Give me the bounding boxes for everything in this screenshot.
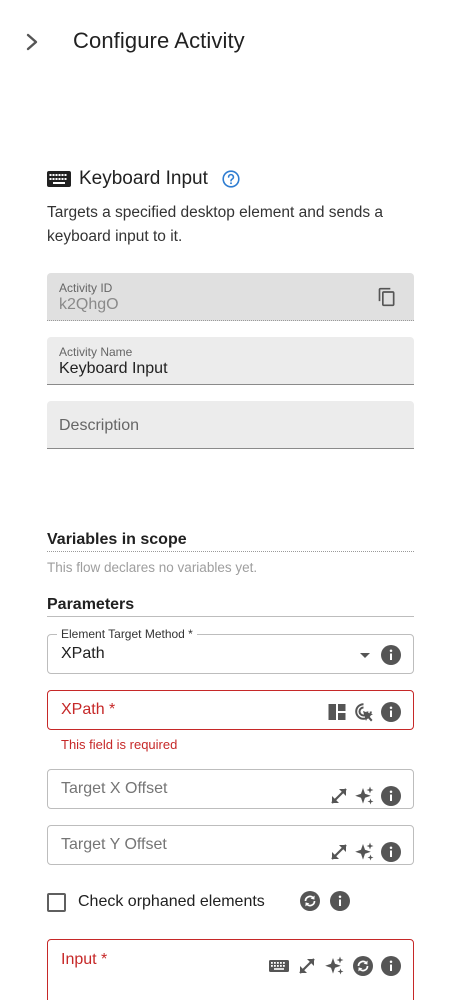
header: Configure Activity: [0, 0, 470, 84]
target-x-offset-field[interactable]: Target X Offset: [47, 769, 414, 809]
xpath-error-message: This field is required: [61, 737, 178, 752]
sync-icon[interactable]: [300, 891, 320, 911]
activity-id-label: Activity ID: [59, 281, 113, 295]
target-x-offset-icons: [329, 786, 401, 806]
expand-icon[interactable]: [329, 842, 349, 862]
input-field-icons: [269, 956, 401, 976]
sync-icon[interactable]: [353, 956, 373, 976]
element-target-method-icons: [355, 645, 401, 665]
target-y-offset-icons: [329, 842, 401, 862]
xpath-field[interactable]: XPath *: [47, 690, 414, 730]
check-orphaned-checkbox[interactable]: [47, 892, 66, 912]
sparkle-icon[interactable]: [325, 956, 345, 976]
element-select-icon[interactable]: [353, 701, 375, 723]
help-icon[interactable]: [222, 170, 240, 188]
parameters-title: Parameters: [47, 596, 414, 617]
activity-description: Targets a specified desktop element and …: [47, 204, 384, 245]
input-label: Input *: [61, 951, 108, 968]
activity-name-label: Activity Name: [59, 345, 133, 359]
page-title: Configure Activity: [73, 28, 245, 53]
sparkle-icon[interactable]: [355, 786, 375, 806]
activity-id-value: k2QhgO: [59, 296, 119, 313]
target-y-offset-field[interactable]: Target Y Offset: [47, 825, 414, 865]
activity-title: Keyboard Input: [79, 168, 208, 189]
chevron-right-icon[interactable]: [22, 30, 44, 54]
dropdown-arrow-icon[interactable]: [355, 645, 375, 665]
info-icon[interactable]: [330, 891, 350, 911]
info-icon[interactable]: [381, 645, 401, 665]
description-placeholder: Description: [59, 417, 140, 434]
check-orphaned-row[interactable]: Check orphaned elements: [47, 891, 265, 913]
element-target-method-value: XPath: [61, 645, 105, 662]
info-icon[interactable]: [381, 956, 401, 976]
expand-icon[interactable]: [297, 956, 317, 976]
keyboard-icon[interactable]: [269, 959, 289, 973]
activity-header: Keyboard Input: [47, 166, 240, 192]
info-icon[interactable]: [381, 786, 401, 806]
element-target-method-select[interactable]: Element Target Method * XPath: [47, 627, 414, 674]
keyboard-icon: [47, 171, 71, 187]
sparkle-icon[interactable]: [355, 842, 375, 862]
description-field[interactable]: Description: [47, 401, 414, 449]
activity-id-field[interactable]: Activity ID k2QhgO: [47, 273, 414, 321]
variables-in-scope-title: Variables in scope: [47, 531, 414, 552]
activity-name-value: Keyboard Input: [59, 360, 168, 377]
target-y-offset-label: Target Y Offset: [61, 836, 167, 853]
info-icon[interactable]: [381, 702, 401, 722]
xpath-label: XPath *: [61, 701, 116, 718]
input-field[interactable]: Input *: [47, 939, 414, 1000]
info-icon[interactable]: [381, 842, 401, 862]
expand-icon[interactable]: [329, 786, 349, 806]
check-orphaned-icons: [300, 891, 350, 911]
element-target-method-label: Element Target Method *: [57, 627, 197, 641]
activity-name-field[interactable]: Activity Name Keyboard Input: [47, 337, 414, 385]
check-orphaned-label[interactable]: Check orphaned elements: [78, 893, 265, 911]
variables-empty-note: This flow declares no variables yet.: [47, 560, 258, 575]
xpath-icons: [327, 701, 401, 723]
copy-icon[interactable]: [377, 287, 397, 307]
layout-picker-icon[interactable]: [327, 702, 347, 722]
target-x-offset-label: Target X Offset: [61, 780, 168, 797]
